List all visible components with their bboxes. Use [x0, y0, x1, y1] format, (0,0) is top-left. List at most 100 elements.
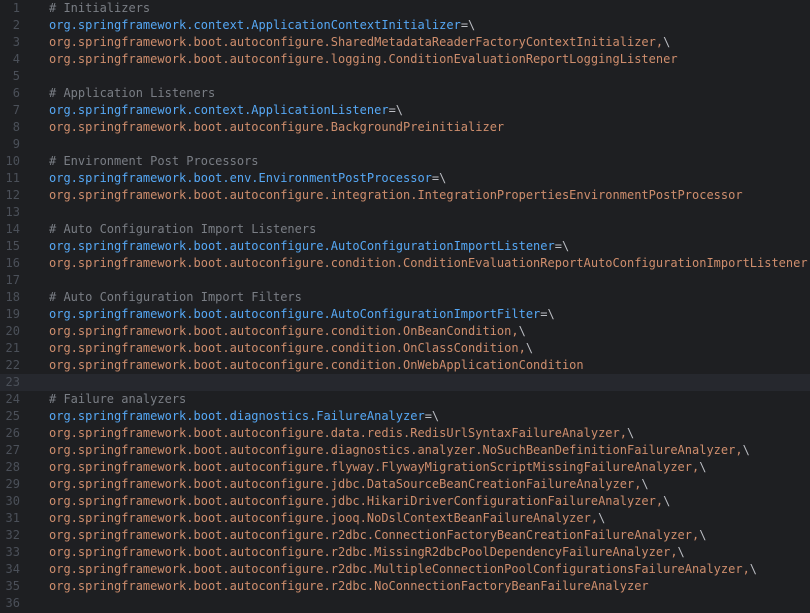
- property-value: org.springframework.boot.autoconfigure.d…: [49, 425, 634, 442]
- line-continuation: =\: [540, 307, 555, 321]
- editor-line[interactable]: 21 org.springframework.boot.autoconfigure…: [0, 340, 810, 357]
- line-continuation: =\: [431, 171, 447, 185]
- editor-line[interactable]: 32 org.springframework.boot.autoconfigure…: [0, 527, 810, 544]
- property-key-text: org.springframework.context.ApplicationC…: [49, 18, 461, 32]
- editor-line[interactable]: 28 org.springframework.boot.autoconfigure…: [0, 459, 810, 476]
- property-value-text: org.springframework.boot.autoconfigure.l…: [49, 52, 678, 66]
- editor-line[interactable]: 5: [0, 68, 810, 85]
- property-value-text: org.springframework.boot.autoconfigure.r…: [49, 562, 750, 576]
- line-number: 22: [5, 358, 20, 372]
- editor-line[interactable]: 9: [0, 136, 810, 153]
- line-number: 20: [5, 324, 20, 338]
- line-number: 18: [5, 290, 20, 304]
- comment-text: # Auto Configuration Import Filters: [49, 289, 302, 306]
- property-value: org.springframework.boot.autoconfigure.r…: [49, 527, 706, 544]
- editor-line[interactable]: 17: [0, 272, 810, 289]
- editor-line[interactable]: 20 org.springframework.boot.autoconfigure…: [0, 323, 810, 340]
- editor-line[interactable]: 35 org.springframework.boot.autoconfigure…: [0, 578, 810, 595]
- line-continuation: \: [518, 324, 526, 338]
- code-editor[interactable]: 1 # Initializers 2 org.springframework.cont…: [0, 0, 810, 613]
- editor-line[interactable]: 27 org.springframework.boot.autoconfigure…: [0, 442, 810, 459]
- line-number: 32: [5, 528, 20, 542]
- property-value-text: org.springframework.boot.autoconfigure.c…: [49, 341, 526, 355]
- line-number: 35: [5, 579, 20, 593]
- editor-line[interactable]: 4 org.springframework.boot.autoconfigure.…: [0, 51, 810, 68]
- comment-text: # Environment Post Processors: [49, 154, 259, 168]
- editor-line[interactable]: 16 org.springframework.boot.autoconfigure…: [0, 255, 810, 272]
- line-continuation: \: [626, 426, 635, 440]
- editor-line[interactable]: 29 org.springframework.boot.autoconfigure…: [0, 476, 810, 493]
- property-value-text: org.springframework.boot.autoconfigure.j…: [49, 477, 642, 491]
- comment-text: # Failure analyzers: [49, 391, 186, 408]
- editor-line[interactable]: 26 org.springframework.boot.autoconfigure…: [0, 425, 810, 442]
- editor-line[interactable]: 34 org.springframework.boot.autoconfigure…: [0, 561, 810, 578]
- comment-text: # Initializers: [49, 1, 151, 15]
- line-number: 14: [5, 222, 20, 236]
- editor-line[interactable]: 12 org.springframework.boot.autoconfigure…: [0, 187, 810, 204]
- line-number: 31: [5, 511, 20, 525]
- editor-line[interactable]: 7 org.springframework.context.Application…: [0, 102, 810, 119]
- line-continuation: =\: [554, 239, 570, 253]
- property-key-text: org.springframework.boot.autoconfigure.A…: [49, 239, 555, 253]
- property-value-text: org.springframework.boot.autoconfigure.j…: [49, 511, 599, 525]
- editor-line[interactable]: 30 org.springframework.boot.autoconfigure…: [0, 493, 810, 510]
- line-continuation: \: [677, 545, 685, 559]
- line-continuation: =\: [424, 409, 440, 423]
- line-number: 10: [5, 154, 20, 168]
- editor-line[interactable]: 25 org.springframework.boot.diagnostics.F…: [0, 408, 810, 425]
- editor-line[interactable]: 11 org.springframework.boot.env.Environme…: [0, 170, 810, 187]
- editor-line[interactable]: 6 # Application Listeners: [0, 85, 810, 102]
- editor-line[interactable]: 31 org.springframework.boot.autoconfigure…: [0, 510, 810, 527]
- property-key: org.springframework.context.ApplicationL…: [49, 102, 403, 119]
- editor-line[interactable]: 8 org.springframework.boot.autoconfigure.…: [0, 119, 810, 136]
- property-value: org.springframework.boot.autoconfigure.d…: [49, 442, 750, 459]
- property-value: org.springframework.boot.autoconfigure.c…: [49, 255, 808, 272]
- line-number: 25: [5, 409, 20, 423]
- line-number: 23: [5, 375, 20, 389]
- line-number: 5: [12, 69, 20, 83]
- property-value: org.springframework.boot.autoconfigure.r…: [49, 561, 757, 578]
- editor-line[interactable]: 18 # Auto Configuration Import Filters: [0, 289, 810, 306]
- line-number: 24: [5, 392, 20, 406]
- line-number: 16: [5, 256, 20, 270]
- line-continuation: \: [742, 443, 750, 457]
- property-key: org.springframework.boot.autoconfigure.A…: [49, 238, 569, 255]
- line-continuation: \: [699, 460, 707, 474]
- editor-line[interactable]: 19 org.springframework.boot.autoconfigure…: [0, 306, 810, 323]
- property-key-text: org.springframework.context.ApplicationL…: [49, 103, 389, 117]
- editor-line[interactable]: 3 org.springframework.boot.autoconfigure.…: [0, 34, 810, 51]
- property-value: org.springframework.boot.autoconfigure.B…: [49, 119, 504, 136]
- property-value-text: org.springframework.boot.autoconfigure.d…: [49, 426, 627, 440]
- property-value: org.springframework.boot.autoconfigure.r…: [49, 544, 685, 561]
- line-number: 2: [12, 18, 20, 32]
- property-value-text: org.springframework.boot.autoconfigure.i…: [49, 188, 743, 202]
- line-continuation: \: [699, 528, 707, 542]
- property-value: org.springframework.boot.autoconfigure.j…: [49, 476, 649, 493]
- property-value-text: org.springframework.boot.autoconfigure.r…: [49, 528, 700, 542]
- property-value-text: org.springframework.boot.autoconfigure.c…: [49, 324, 519, 338]
- editor-line[interactable]: 13: [0, 204, 810, 221]
- line-number: 13: [5, 205, 20, 219]
- property-value-text: org.springframework.boot.autoconfigure.c…: [49, 358, 584, 372]
- property-value: org.springframework.boot.autoconfigure.c…: [49, 323, 526, 340]
- comment-text: # Initializers: [49, 0, 150, 17]
- line-number: 36: [5, 596, 20, 610]
- editor-line[interactable]: 36: [0, 595, 810, 612]
- editor-line[interactable]: 14 # Auto Configuration Import Listeners: [0, 221, 810, 238]
- editor-line[interactable]: 1 # Initializers: [0, 0, 810, 17]
- property-value-text: org.springframework.boot.autoconfigure.r…: [49, 579, 649, 593]
- property-value: org.springframework.boot.autoconfigure.r…: [49, 578, 649, 595]
- line-continuation: =\: [388, 103, 404, 117]
- line-number: 29: [5, 477, 20, 491]
- line-number: 33: [5, 545, 20, 559]
- editor-line[interactable]: 23: [0, 374, 810, 391]
- editor-line[interactable]: 15 org.springframework.boot.autoconfigure…: [0, 238, 810, 255]
- property-value-text: org.springframework.boot.autoconfigure.f…: [49, 460, 700, 474]
- editor-line[interactable]: 2 org.springframework.context.Application…: [0, 17, 810, 34]
- editor-line[interactable]: 33 org.springframework.boot.autoconfigure…: [0, 544, 810, 561]
- property-value: org.springframework.boot.autoconfigure.f…: [49, 459, 706, 476]
- editor-line[interactable]: 10 # Environment Post Processors: [0, 153, 810, 170]
- line-number: 19: [5, 307, 20, 321]
- editor-line[interactable]: 22 org.springframework.boot.autoconfigure…: [0, 357, 810, 374]
- editor-line[interactable]: 24 # Failure analyzers: [0, 391, 810, 408]
